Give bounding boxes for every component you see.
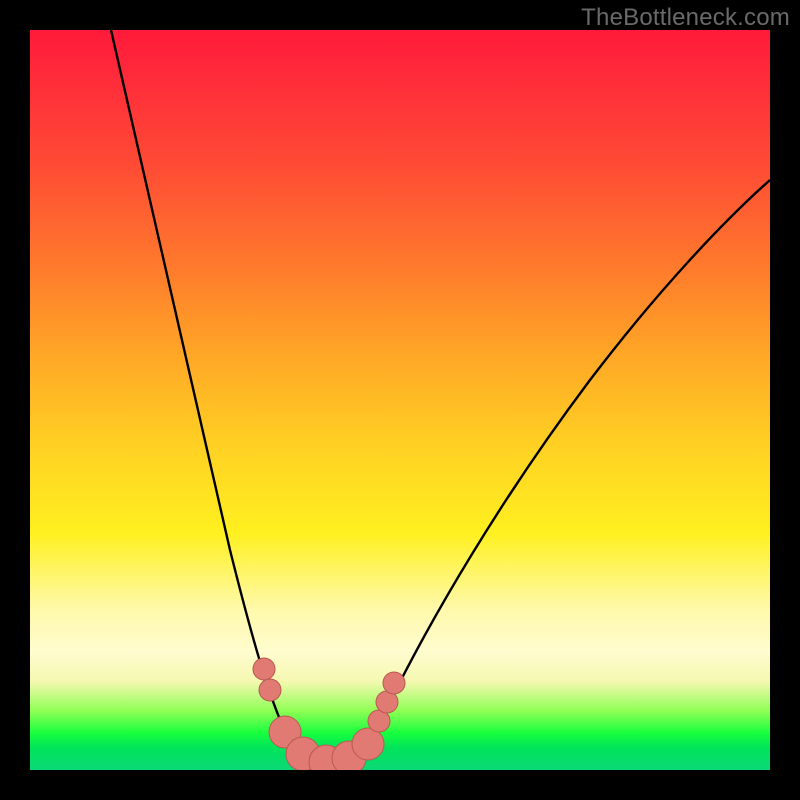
bead-marker: [383, 672, 405, 694]
bottleneck-curve: [111, 30, 770, 768]
watermark-text: TheBottleneck.com: [581, 4, 790, 32]
plot-area: [30, 30, 770, 770]
outer-frame: TheBottleneck.com: [0, 0, 800, 800]
curve-layer: [30, 30, 770, 770]
bead-markers-group: [253, 658, 405, 770]
bead-marker: [253, 658, 275, 680]
bead-marker: [259, 679, 281, 701]
bead-marker: [352, 728, 384, 760]
